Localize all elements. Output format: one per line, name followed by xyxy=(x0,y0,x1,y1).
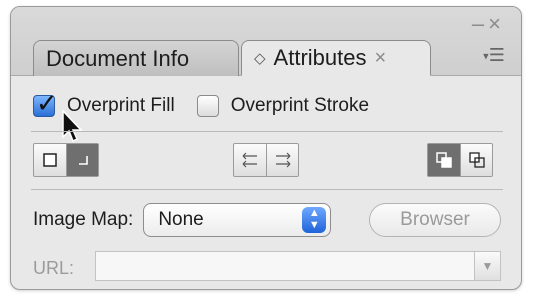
browser-button-label: Browser xyxy=(400,209,470,230)
divider xyxy=(31,189,503,190)
dont-show-center-button[interactable] xyxy=(34,144,66,176)
image-map-value: None xyxy=(158,209,204,230)
forward-direction-icon xyxy=(275,152,290,168)
url-dropdown-button[interactable]: ▼ xyxy=(474,252,500,280)
tab-diamond-icon: ◇ xyxy=(254,50,266,67)
overprint-stroke-label: Overprint Stroke xyxy=(230,95,370,116)
attributes-toolbar xyxy=(11,141,521,181)
reverse-direction-button[interactable] xyxy=(234,144,266,176)
tab-attributes-label: Attributes xyxy=(273,45,367,70)
fill-rule-toggle xyxy=(427,143,493,177)
show-center-button[interactable] xyxy=(66,144,98,176)
image-map-label: Image Map: xyxy=(33,209,134,230)
square-icon xyxy=(43,153,57,167)
forward-direction-button[interactable] xyxy=(266,144,298,176)
panel-menu-icon[interactable]: ▾☰ xyxy=(479,43,509,67)
path-direction-buttons xyxy=(233,143,299,177)
image-map-select[interactable]: None ▲ ▼ xyxy=(143,203,332,237)
url-input[interactable]: ▼ xyxy=(95,251,501,281)
evenodd-icon xyxy=(468,152,485,168)
chevron-down-icon: ▼ xyxy=(481,259,494,273)
close-icon[interactable]: × xyxy=(488,11,505,36)
overprint-fill-checkbox[interactable]: ✓ xyxy=(33,88,58,118)
url-row: URL: xyxy=(33,253,74,283)
browser-button[interactable]: Browser xyxy=(369,203,501,237)
attributes-panel: Document Info ◇ Attributes × –× ▾☰ ✓ Ove… xyxy=(10,6,522,290)
tab-document-info[interactable]: Document Info xyxy=(33,40,239,76)
url-label: URL: xyxy=(33,257,75,278)
minimize-icon[interactable]: – xyxy=(472,11,488,36)
show-center-toggle xyxy=(33,143,99,177)
window-controls: –× xyxy=(472,11,505,37)
select-arrows-icon: ▲ ▼ xyxy=(302,207,327,233)
reverse-direction-icon xyxy=(242,152,257,168)
tab-document-info-label: Document Info xyxy=(46,45,190,71)
corner-icon xyxy=(78,156,88,165)
nonzero-icon xyxy=(436,152,452,168)
arrow-cursor-icon xyxy=(62,109,83,143)
checkmark-icon: ✓ xyxy=(36,88,58,118)
divider xyxy=(31,131,503,132)
image-map-row: Image Map: None ▲ ▼ xyxy=(33,201,332,239)
nonzero-winding-button[interactable] xyxy=(428,144,460,176)
even-odd-button[interactable] xyxy=(460,144,492,176)
tab-close-icon[interactable]: × xyxy=(374,47,386,70)
tab-bar: Document Info ◇ Attributes × –× ▾☰ xyxy=(11,7,521,76)
overprint-stroke-checkbox[interactable] xyxy=(196,95,219,117)
tab-attributes[interactable]: ◇ Attributes × xyxy=(241,40,431,76)
